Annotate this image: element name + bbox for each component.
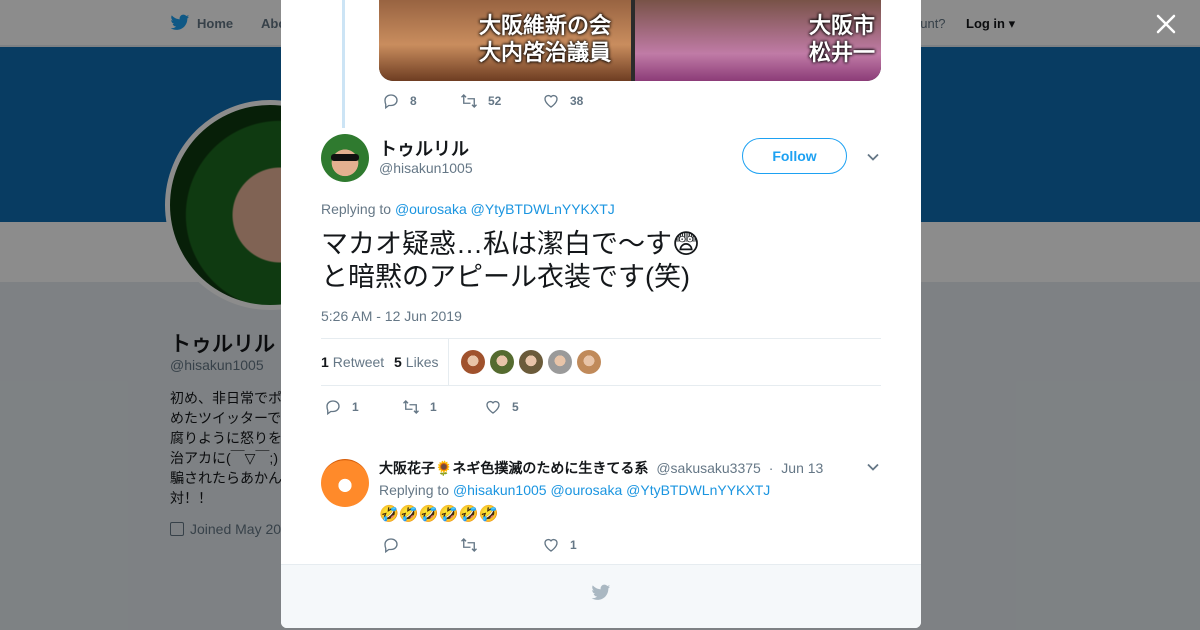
like-count: 1 bbox=[570, 538, 577, 552]
reply-replying-to: Replying to @hisakun1005 @ourosaka @YtyB… bbox=[379, 482, 770, 498]
reply-button[interactable]: 1 bbox=[324, 398, 402, 416]
retweet-icon bbox=[461, 94, 477, 108]
reply-author-name[interactable]: 大阪花子🌻ネギ色撲滅のために生きてる系 bbox=[379, 460, 648, 476]
like-button[interactable]: 5 bbox=[484, 398, 519, 416]
liker-avatar[interactable] bbox=[548, 350, 572, 374]
liker-avatar[interactable] bbox=[577, 350, 601, 374]
retweet-stat-label: Retweet bbox=[332, 354, 385, 370]
likes-stat-count: 5 bbox=[394, 354, 402, 370]
tweet-stats: 1 Retweet 5 Likes bbox=[321, 338, 881, 386]
like-count: 5 bbox=[512, 400, 519, 414]
reply-author-avatar[interactable] bbox=[321, 459, 369, 507]
thread-line bbox=[342, 0, 345, 128]
parent-tweet-actions: 8 52 38 bbox=[382, 92, 583, 110]
like-button[interactable]: 38 bbox=[542, 92, 583, 110]
liker-avatar[interactable] bbox=[519, 350, 543, 374]
twitter-bird-icon bbox=[591, 584, 611, 600]
like-count: 38 bbox=[570, 94, 584, 108]
heart-icon bbox=[544, 538, 558, 552]
modal-footer bbox=[281, 564, 921, 628]
mention-link[interactable]: @YtyBTDWLnYYKXTJ bbox=[626, 482, 770, 498]
author-handle[interactable]: @hisakun1005 bbox=[379, 160, 473, 176]
reply-button[interactable] bbox=[382, 536, 460, 554]
liker-avatars bbox=[461, 350, 601, 374]
retweet-button[interactable]: 52 bbox=[460, 92, 542, 110]
reply-icon bbox=[326, 400, 340, 416]
liker-avatar[interactable] bbox=[461, 350, 485, 374]
tweet-timestamp[interactable]: 5:26 AM - 12 Jun 2019 bbox=[321, 308, 462, 324]
chevron-down-icon[interactable] bbox=[866, 150, 880, 164]
retweet-stat[interactable]: 1 Retweet bbox=[321, 354, 384, 370]
tweet-text: マカオ疑惑…私は潔白で～す😨 と暗黙のアピール衣装です(笑) bbox=[321, 229, 701, 292]
replying-to-label: Replying to bbox=[321, 201, 392, 217]
reply-date[interactable]: Jun 13 bbox=[781, 460, 823, 476]
reply-icon bbox=[384, 94, 398, 110]
like-button[interactable]: 1 bbox=[542, 536, 577, 554]
stats-divider bbox=[448, 339, 449, 385]
follow-button[interactable]: Follow bbox=[742, 138, 847, 174]
heart-icon bbox=[486, 400, 500, 414]
replying-to-label: Replying to bbox=[379, 482, 450, 498]
mention-link[interactable]: @ourosaka bbox=[550, 482, 622, 498]
retweet-count: 52 bbox=[488, 94, 502, 108]
replying-to: Replying to @ourosaka @YtyBTDWLnYYKXTJ bbox=[321, 201, 615, 217]
author-avatar[interactable] bbox=[321, 134, 369, 182]
parent-tweet-media[interactable]: 大阪維新の会 大内啓治議員 大阪市 松井一 bbox=[379, 0, 881, 81]
reply-count: 8 bbox=[410, 94, 417, 108]
reply-actions: 1 bbox=[382, 536, 577, 554]
chevron-down-icon[interactable] bbox=[866, 460, 880, 474]
sunglasses-graphic bbox=[331, 154, 359, 161]
tweet-actions: 1 1 5 bbox=[324, 398, 519, 416]
retweet-button[interactable]: 1 bbox=[402, 398, 484, 416]
retweet-icon bbox=[461, 538, 477, 552]
reply-icon bbox=[384, 538, 398, 554]
heart-icon bbox=[544, 94, 558, 108]
retweet-button[interactable] bbox=[460, 536, 542, 554]
mention-link[interactable]: @hisakun1005 bbox=[453, 482, 547, 498]
reply-text: 🤣🤣🤣🤣🤣🤣 bbox=[379, 506, 499, 523]
reply-separator: · bbox=[768, 460, 774, 476]
retweet-icon bbox=[403, 400, 419, 414]
reply-author-handle[interactable]: @sakusaku3375 bbox=[656, 460, 761, 476]
close-icon[interactable] bbox=[1154, 12, 1178, 36]
likes-stat[interactable]: 5 Likes bbox=[394, 354, 438, 370]
liker-avatar[interactable] bbox=[490, 350, 514, 374]
likes-stat-label: Likes bbox=[405, 354, 439, 370]
media-caption: 大内啓治議員 bbox=[479, 40, 612, 65]
retweet-count: 1 bbox=[430, 400, 437, 414]
reply-header: 大阪花子🌻ネギ色撲滅のために生きてる系 @sakusaku3375 · Jun … bbox=[379, 458, 823, 478]
reply-count: 1 bbox=[352, 400, 359, 414]
reply-button[interactable]: 8 bbox=[382, 92, 460, 110]
tweet-modal: 大阪維新の会 大内啓治議員 大阪市 松井一 8 52 38 トゥルリル @his… bbox=[281, 0, 921, 628]
author-name[interactable]: トゥルリル bbox=[379, 135, 469, 161]
mention-link[interactable]: @YtyBTDWLnYYKXTJ bbox=[471, 201, 615, 217]
retweet-stat-count: 1 bbox=[321, 354, 329, 370]
media-caption: 松井一 bbox=[809, 40, 876, 65]
mention-link[interactable]: @ourosaka bbox=[395, 201, 467, 217]
